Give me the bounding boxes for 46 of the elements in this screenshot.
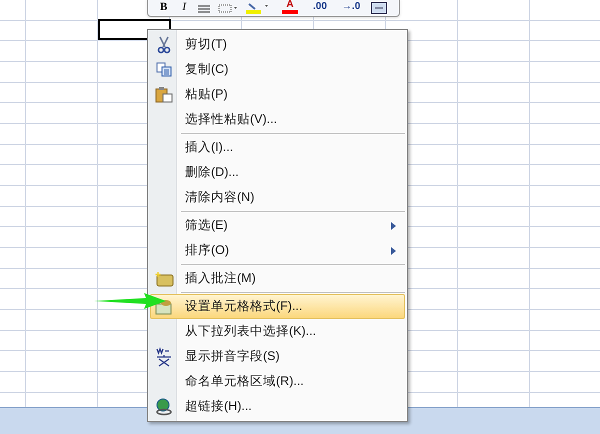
menu-item[interactable]: 插入批注(M) bbox=[150, 266, 405, 291]
note-icon bbox=[154, 270, 174, 286]
menu-item-label: 筛选(E) bbox=[185, 217, 228, 234]
menu-item-label: 从下拉列表中选择(K)... bbox=[185, 323, 316, 340]
menu-item[interactable]: 剪切(T) bbox=[150, 32, 405, 57]
decimal-button[interactable]: →.0 bbox=[338, 0, 364, 14]
menu-item-label: 复制(C) bbox=[185, 61, 228, 78]
menu-item[interactable]: 复制(C) bbox=[150, 57, 405, 82]
clipboard-icon bbox=[155, 86, 173, 103]
menu-item-label: 超链接(H)... bbox=[185, 398, 252, 416]
menu-item[interactable]: 排序(O) bbox=[150, 238, 405, 263]
menu-item[interactable]: 命名单元格区域(R)... bbox=[150, 369, 405, 394]
submenu-arrow-icon bbox=[391, 246, 396, 254]
phonetic-icon bbox=[155, 346, 173, 366]
merge-cells-icon[interactable] bbox=[371, 2, 388, 14]
menu-item[interactable]: 插入(I)... bbox=[150, 135, 405, 160]
globe-link-icon bbox=[155, 398, 173, 416]
copy-icon bbox=[156, 62, 172, 77]
menu-item[interactable]: 选择性粘贴(V)... bbox=[150, 107, 405, 132]
menu-item-label: 插入批注(M) bbox=[185, 270, 256, 288]
menu-item[interactable]: 从下拉列表中选择(K)... bbox=[150, 319, 405, 344]
menu-item-label: 插入(I)... bbox=[185, 139, 234, 156]
menu-item[interactable]: 显示拼音字段(S) bbox=[150, 344, 405, 369]
italic-button[interactable]: I bbox=[178, 1, 190, 14]
menu-item-label: 删除(D)... bbox=[185, 164, 239, 182]
menu-item-label: 设置单元格格式(F)... bbox=[185, 298, 302, 316]
menu-item[interactable]: 粘贴(P) bbox=[150, 82, 405, 107]
font-color-button[interactable]: A bbox=[278, 0, 302, 14]
menu-item-label: 清除内容(N) bbox=[185, 189, 254, 206]
menu-item[interactable]: 设置单元格格式(F)... bbox=[150, 294, 405, 319]
bold-button[interactable]: B bbox=[156, 1, 172, 14]
submenu-arrow-icon bbox=[391, 222, 396, 230]
menu-item-label: 命名单元格区域(R)... bbox=[185, 373, 304, 390]
menu-item[interactable]: 超链接(H)... bbox=[150, 394, 405, 419]
cell-format-icon bbox=[155, 298, 173, 314]
menu-item[interactable]: 筛选(E) bbox=[150, 213, 405, 238]
decimal-button[interactable]: .00 bbox=[309, 0, 331, 14]
menu-item[interactable]: 删除(D)... bbox=[150, 160, 405, 185]
menu-item-label: 排序(O) bbox=[185, 242, 230, 260]
border-icon[interactable] bbox=[218, 4, 238, 14]
menu-item[interactable]: 清除内容(N) bbox=[150, 185, 405, 210]
menu-item-label: 剪切(T) bbox=[185, 36, 227, 54]
scissors-icon bbox=[157, 36, 171, 54]
menu-item-label: 显示拼音字段(S) bbox=[185, 348, 280, 366]
menu-item-label: 选择性粘贴(V)... bbox=[185, 111, 278, 128]
menu-item-label: 粘贴(P) bbox=[185, 86, 228, 104]
